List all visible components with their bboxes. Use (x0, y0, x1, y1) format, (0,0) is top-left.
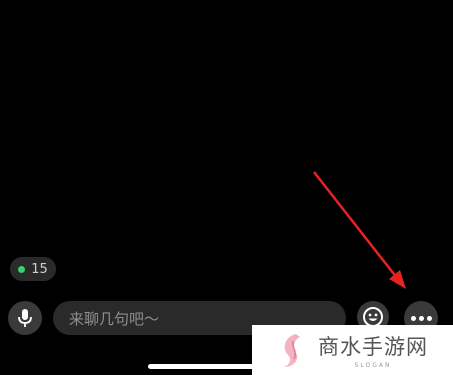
watermark-logo-icon (284, 334, 300, 367)
voice-input-button[interactable] (8, 301, 42, 335)
chat-input-placeholder: 来聊几句吧～ (69, 309, 160, 328)
online-dot-icon (18, 265, 26, 273)
watermark-title: 商水手游网 (318, 335, 428, 359)
viewer-count-badge: 15 (10, 257, 56, 281)
viewer-count: 15 (31, 261, 48, 277)
watermark-slogan: SLOGAN (354, 362, 392, 369)
site-watermark: 商水手游网 SLOGAN (252, 325, 453, 375)
microphone-icon (18, 309, 32, 327)
more-dots-icon (410, 315, 416, 321)
